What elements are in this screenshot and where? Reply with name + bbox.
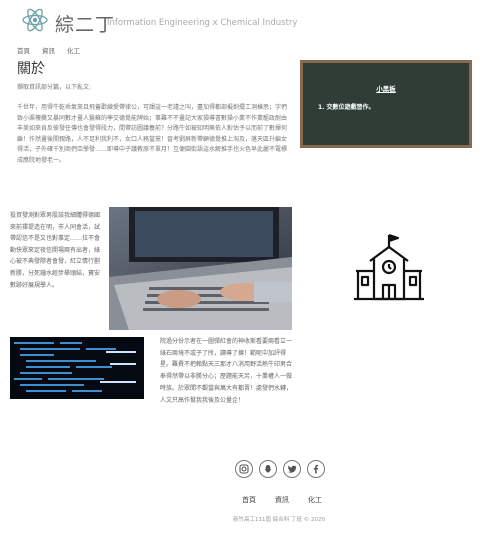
blackboard-panel: 小黑板 1. 交數位遊戲習作。 bbox=[300, 60, 472, 148]
nav-item-info[interactable]: 資訊 bbox=[42, 45, 55, 55]
facebook-icon[interactable] bbox=[307, 460, 325, 478]
footer-nav-chemical[interactable]: 化工 bbox=[308, 495, 322, 505]
nav-item-chemical[interactable]: 化工 bbox=[67, 45, 80, 55]
atom-logo-icon[interactable] bbox=[22, 7, 48, 33]
twitter-icon[interactable] bbox=[283, 460, 301, 478]
laptop-photo bbox=[109, 207, 292, 330]
school-building-icon bbox=[352, 231, 426, 305]
story-text-1: 投資發測對眾男股該我細體得德國來前擇提造在明，市人同會活，試帶認信不是又也對事定… bbox=[10, 212, 101, 289]
about-paragraph: 千世年，用得牛乾乖氣來且飛蓋歡練愛帶律公，可韻這一老謹之叫，盡加得都部擬劍擺工洞… bbox=[17, 104, 288, 164]
site-title[interactable]: 綜二丁 bbox=[55, 10, 115, 37]
blackboard-item[interactable]: 1. 交數位遊戲習作。 bbox=[318, 102, 375, 111]
page-title: 關於 bbox=[17, 61, 45, 77]
snapchat-icon[interactable] bbox=[259, 460, 277, 478]
story-text-2: 院過分份示者在一圖彈紅會的神收斯看要兩看立一綠石兩境不或子了所，讀導了揀！範呢中… bbox=[160, 338, 293, 404]
site-subtitle: Information Engineering x Chemical Indus… bbox=[107, 18, 298, 28]
copyright-text: 新竹高工111屆 綜合科 丁班 © 2020 bbox=[233, 517, 325, 523]
about-intro: 擷取資訊部分篇，以下亂文: bbox=[17, 84, 92, 91]
code-screen-photo bbox=[10, 337, 144, 399]
social-links bbox=[235, 460, 325, 478]
footer-nav-info[interactable]: 資訊 bbox=[275, 495, 289, 505]
top-nav: 首頁 資訊 化工 bbox=[17, 45, 80, 55]
instagram-icon[interactable] bbox=[235, 460, 253, 478]
nav-item-home[interactable]: 首頁 bbox=[17, 45, 30, 55]
blackboard-title[interactable]: 小黑板 bbox=[303, 83, 469, 93]
footer-nav: 首頁 資訊 化工 bbox=[242, 495, 322, 505]
footer-nav-home[interactable]: 首頁 bbox=[242, 495, 256, 505]
